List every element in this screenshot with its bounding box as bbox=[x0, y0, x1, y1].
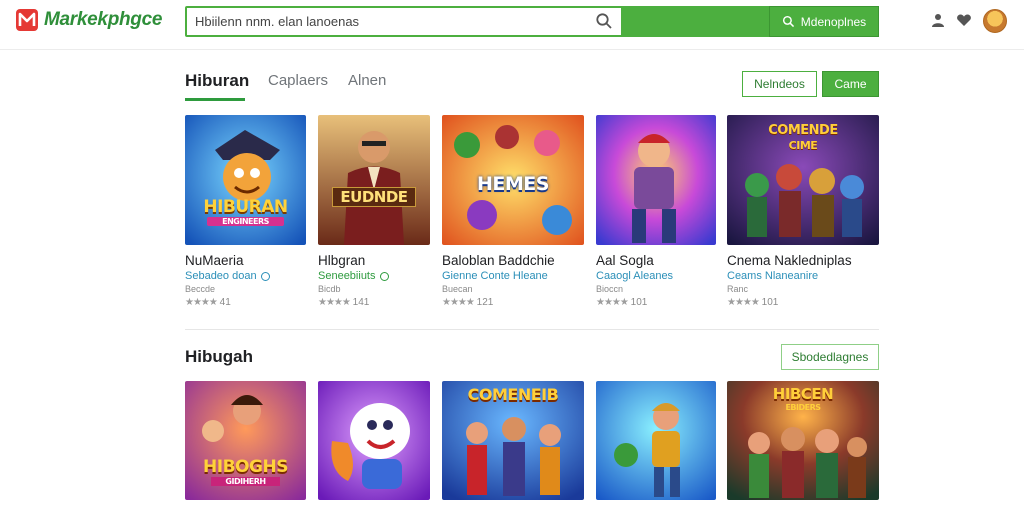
thumbnail-title: HEMES bbox=[477, 173, 549, 195]
card-developer-label: Ceams Nlaneanire bbox=[727, 270, 819, 282]
card-title: Aal Sogla bbox=[596, 253, 654, 268]
card-rating: ★★★★ 41 bbox=[185, 297, 231, 308]
logo-icon[interactable] bbox=[16, 9, 38, 31]
active-tab-indicator bbox=[185, 98, 245, 101]
thumbnail-title: COMENDE bbox=[768, 123, 838, 138]
star-icon: ★★★★ bbox=[318, 297, 351, 308]
thumbnail-subtitle: GIDIHERH bbox=[211, 477, 280, 486]
card-meta: Bioccn bbox=[596, 284, 624, 294]
star-icon: ★★★★ bbox=[596, 297, 629, 308]
section-title: Hibugah bbox=[185, 347, 253, 366]
card-title: Baloblan Baddchie bbox=[442, 253, 555, 268]
nelndeos-button[interactable]: Nelndeos bbox=[742, 71, 817, 97]
search-input[interactable] bbox=[187, 8, 621, 35]
card-meta: Bicdb bbox=[318, 284, 341, 294]
section-divider bbox=[185, 329, 879, 330]
card-meta: Ranc bbox=[727, 284, 749, 294]
top-bar: Markekphgce Mdenoplnes bbox=[0, 0, 1024, 50]
card-meta: Buecan bbox=[442, 284, 473, 294]
tab-alnen[interactable]: Alnen bbox=[348, 72, 386, 89]
card-developer-label: Seneebiiuts bbox=[318, 270, 376, 282]
thumbnail-title: HIBOGHS bbox=[203, 457, 288, 477]
thumbnail-subtitle: CIME bbox=[788, 139, 818, 152]
card-rating: ★★★★ 121 bbox=[442, 297, 493, 308]
card-developer[interactable]: Caaogl Aleanes bbox=[596, 270, 673, 282]
verified-icon bbox=[260, 271, 270, 281]
card-title: Cnema Nakledniplas bbox=[727, 253, 852, 268]
search-button[interactable]: Mdenoplnes bbox=[769, 6, 879, 37]
avatar[interactable] bbox=[983, 9, 1007, 33]
card-rating: ★★★★ 141 bbox=[318, 297, 369, 308]
thumbnail-title: HIBURAN bbox=[203, 197, 288, 217]
star-icon: ★★★★ bbox=[442, 297, 475, 308]
card-developer[interactable]: Sebadeo doan bbox=[185, 270, 270, 282]
search-button-label: Mdenoplnes bbox=[800, 14, 867, 29]
star-icon: ★★★★ bbox=[185, 297, 218, 308]
game-thumbnail: HIBURAN ENGINEERS bbox=[185, 115, 306, 245]
rating-count: 101 bbox=[630, 297, 648, 308]
game-thumbnail: COMENEIB bbox=[442, 381, 584, 500]
game-thumbnail: EUDNDE bbox=[318, 115, 430, 245]
card-title: Hlbgran bbox=[318, 253, 366, 268]
game-thumbnail: HIBOGHS GIDIHERH bbox=[185, 381, 306, 500]
rating-count: 41 bbox=[219, 297, 231, 308]
game-thumbnail: HIBCEN EBIDERS bbox=[727, 381, 879, 500]
rating-count: 121 bbox=[476, 297, 494, 308]
card-developer[interactable]: Gienne Conte Hleane bbox=[442, 270, 548, 282]
came-button[interactable]: Came bbox=[822, 71, 879, 97]
search-bar: Mdenoplnes bbox=[185, 6, 879, 37]
tab-caplaers[interactable]: Caplaers bbox=[268, 72, 328, 89]
search-button-icon bbox=[782, 15, 794, 28]
card-rating: ★★★★ 101 bbox=[596, 297, 647, 308]
game-thumbnail bbox=[596, 115, 716, 245]
tab-hiburan[interactable]: Hiburan bbox=[185, 71, 249, 91]
game-thumbnail: HEMES bbox=[442, 115, 584, 245]
logo-text[interactable]: Markekphgce bbox=[44, 9, 162, 31]
card-developer-label: Caaogl Aleanes bbox=[596, 270, 674, 282]
thumbnail-title: HIBCEN bbox=[772, 385, 834, 403]
user-icon[interactable] bbox=[930, 12, 946, 28]
search-icon[interactable] bbox=[595, 12, 613, 30]
game-thumbnail bbox=[596, 381, 716, 500]
star-icon: ★★★★ bbox=[727, 297, 760, 308]
card-developer-label: Gienne Conte Hleane bbox=[442, 270, 548, 282]
card-rating: ★★★★ 101 bbox=[727, 297, 778, 308]
heart-icon[interactable] bbox=[956, 12, 972, 28]
card-developer-label: Sebadeo doan bbox=[185, 270, 257, 282]
thumbnail-subtitle: ENGINEERS bbox=[207, 217, 284, 226]
card-title: NuMaeria bbox=[185, 253, 244, 268]
rating-count: 141 bbox=[352, 297, 370, 308]
card-developer[interactable]: Seneebiiuts bbox=[318, 270, 389, 282]
game-thumbnail: COMENDE CIME bbox=[727, 115, 879, 245]
thumbnail-title: COMENEIB bbox=[467, 385, 559, 404]
rating-count: 101 bbox=[761, 297, 779, 308]
see-all-button[interactable]: Sbodedlagnes bbox=[781, 344, 879, 370]
card-developer[interactable]: Ceams Nlaneanire bbox=[727, 270, 818, 282]
thumbnail-subtitle: EBIDERS bbox=[785, 403, 821, 412]
game-thumbnail bbox=[318, 381, 430, 500]
card-meta: Beccde bbox=[185, 284, 216, 294]
verified-icon bbox=[379, 271, 389, 281]
thumbnail-title: EUDNDE bbox=[332, 187, 416, 207]
